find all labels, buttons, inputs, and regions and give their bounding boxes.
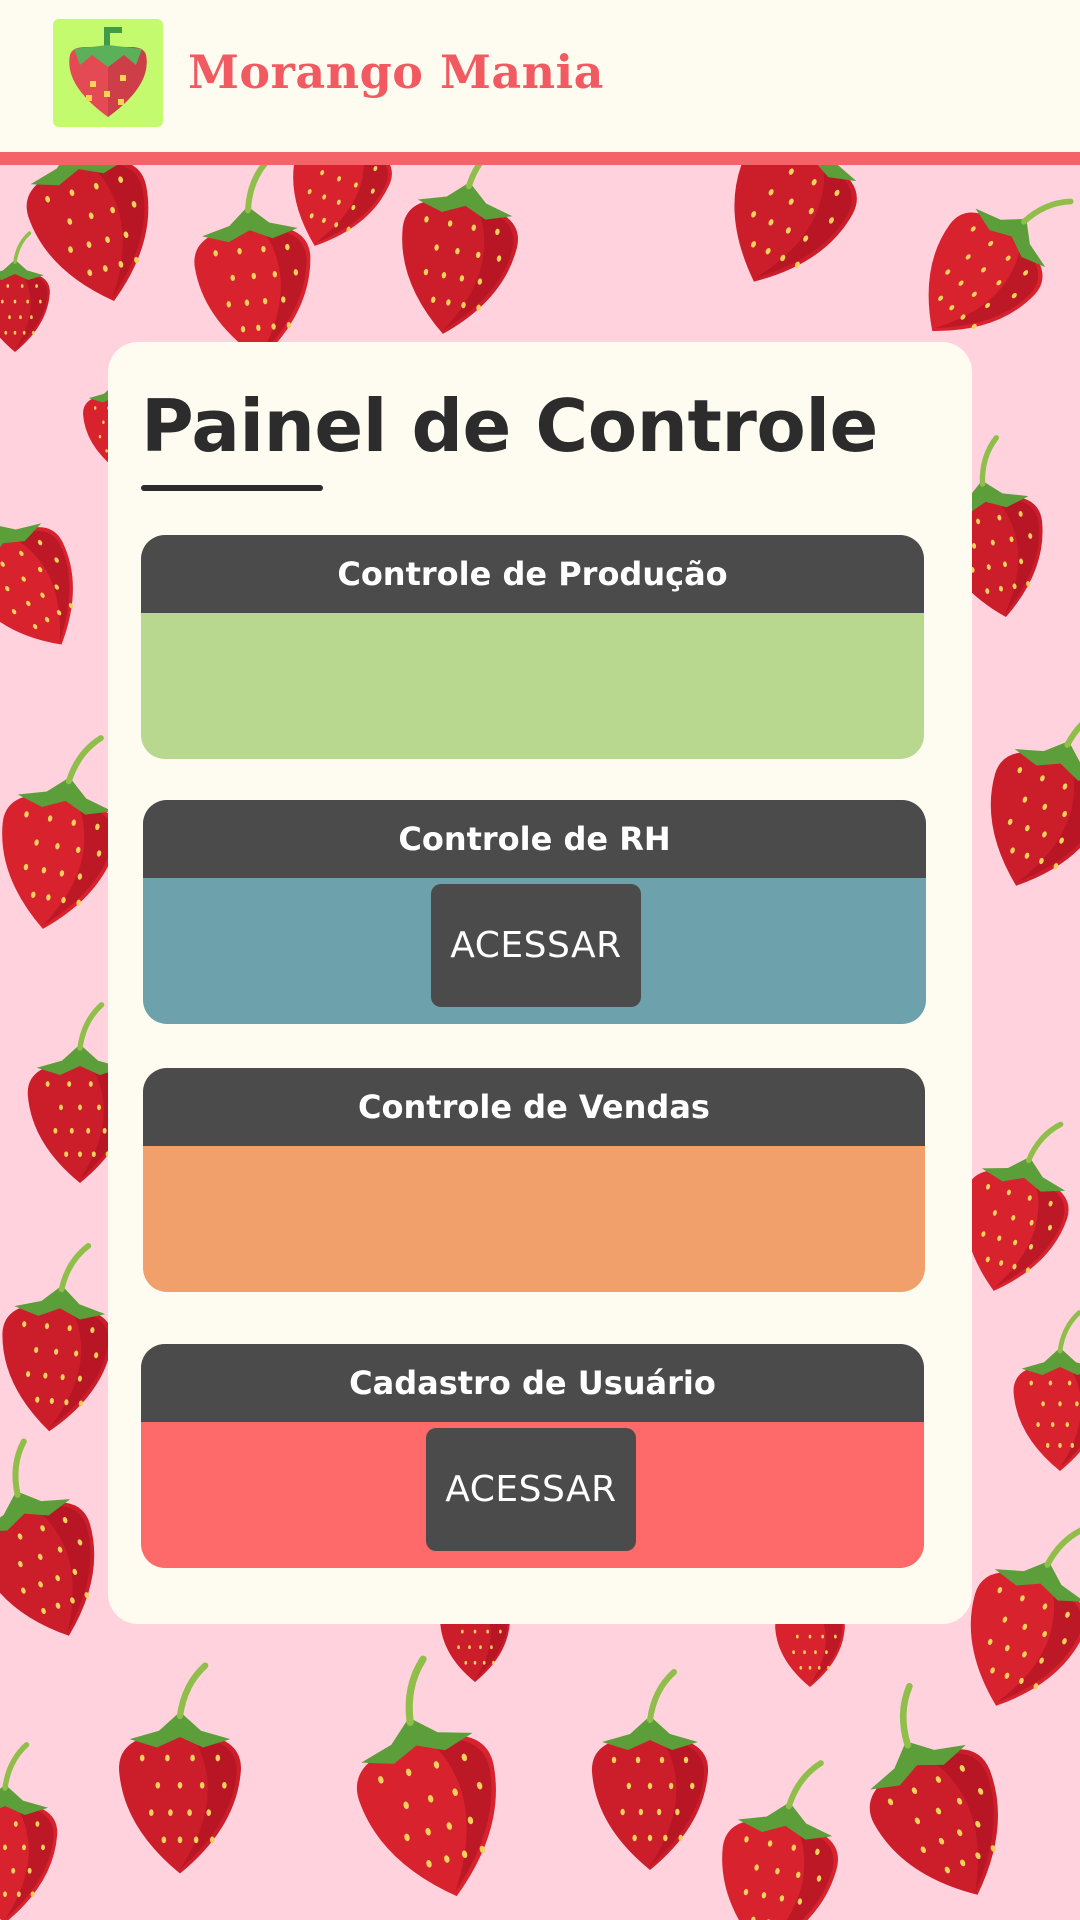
top-bar: Morango Mania (0, 0, 1080, 152)
header-accent-line (0, 152, 1080, 165)
card-production-control: Controle de Produção (141, 535, 924, 759)
strawberry-icon (356, 1655, 496, 1897)
strawberry-icon (1013, 1310, 1080, 1472)
card-user-registration: Cadastro de Usuário ACESSAR (141, 1344, 924, 1568)
user-registration-access-button[interactable]: ACESSAR (426, 1428, 636, 1551)
strawberry-icon (0, 231, 50, 353)
card-title: Controle de Vendas (358, 1088, 710, 1126)
strawberry-icon (734, 165, 857, 282)
strawberry-icon (402, 165, 518, 334)
strawberry-icon (119, 1662, 241, 1874)
strawberry-icon (69, 27, 147, 117)
card-sales-control: Controle de Vendas (143, 1068, 925, 1292)
card-header: Controle de RH (143, 800, 926, 878)
strawberry-icon (591, 1669, 709, 1870)
strawberry-icon (0, 1742, 58, 1920)
card-title: Cadastro de Usuário (349, 1364, 716, 1402)
strawberry-icon (0, 523, 74, 645)
card-header: Controle de Produção (141, 535, 924, 613)
strawberry-icon (928, 198, 1074, 331)
card-title: Controle de RH (398, 820, 671, 858)
strawberry-icon (990, 704, 1080, 886)
card-header: Cadastro de Usuário (141, 1344, 924, 1422)
app-logo[interactable] (53, 19, 163, 127)
strawberry-icon (869, 1682, 998, 1895)
card-hr-control: Controle de RH ACESSAR (143, 800, 926, 1024)
page-title: Painel de Controle (141, 384, 878, 468)
strawberry-icon (2, 1242, 113, 1432)
title-underline (141, 485, 323, 491)
brand-title: Morango Mania (188, 45, 604, 99)
strawberry-icon (722, 1760, 838, 1920)
strawberry-icon (0, 1438, 95, 1636)
card-title: Controle de Produção (337, 555, 728, 593)
hr-access-button[interactable]: ACESSAR (431, 884, 641, 1007)
control-panel: Painel de Controle Controle de Produção … (108, 342, 972, 1624)
card-header: Controle de Vendas (143, 1068, 925, 1146)
